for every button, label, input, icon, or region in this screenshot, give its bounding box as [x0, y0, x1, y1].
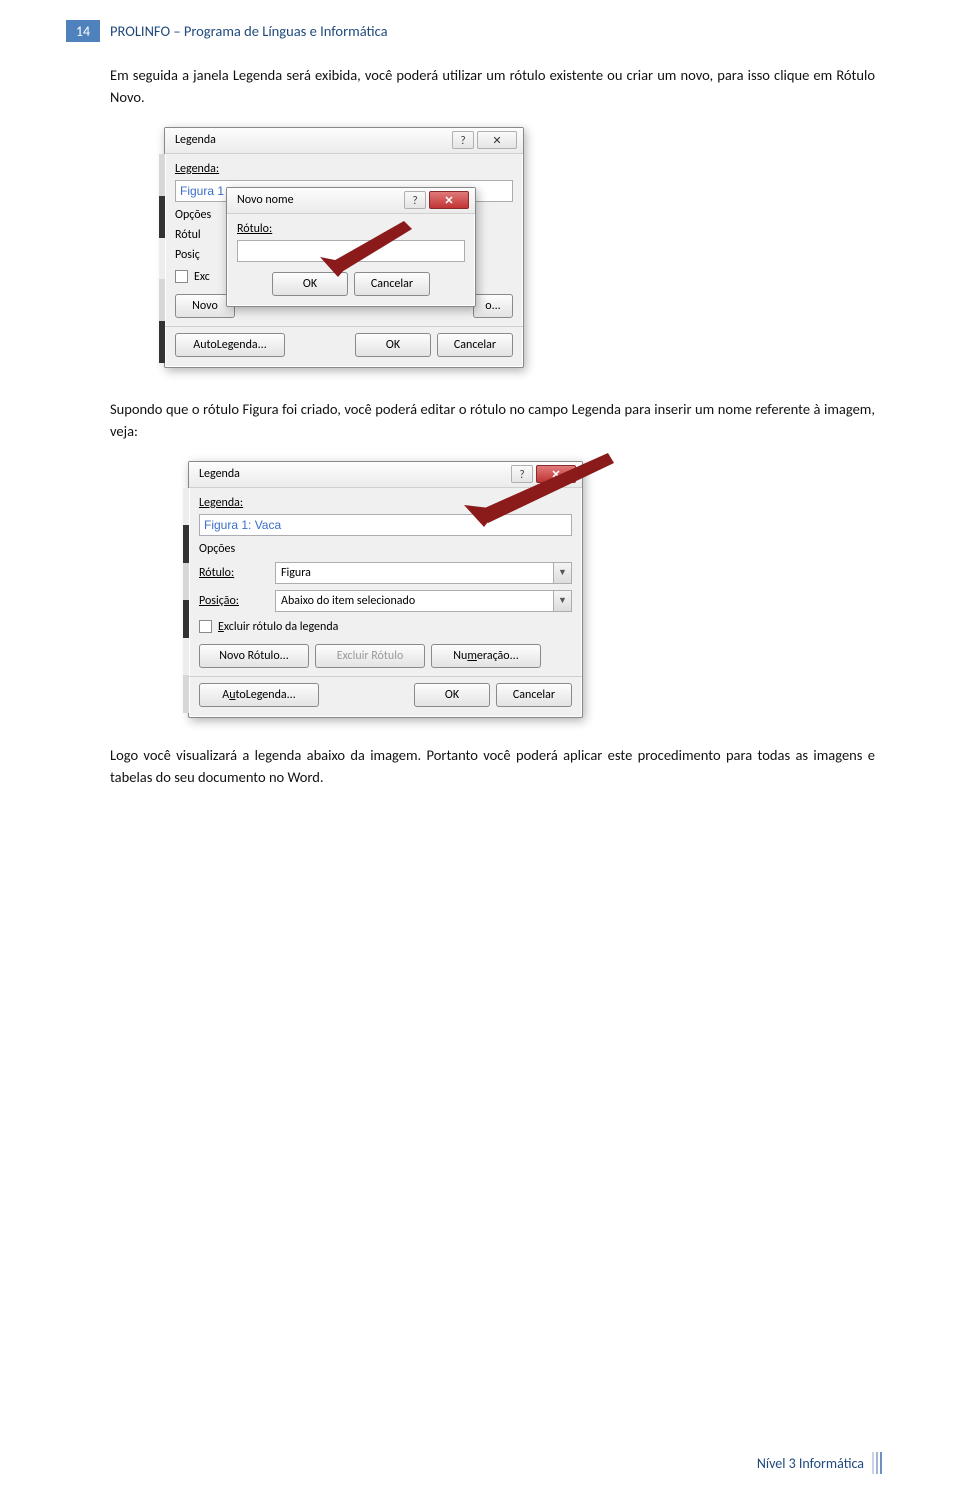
help-icon[interactable]: ?	[511, 465, 533, 483]
rotulo-input[interactable]	[237, 240, 465, 262]
excluir-rotulo-button: Excluir Rótulo	[315, 644, 425, 668]
dialog-title: Legenda	[175, 133, 216, 147]
rotulo-value: Figura	[276, 566, 553, 580]
page-header: 14 PROLINFO – Programa de Línguas e Info…	[110, 20, 875, 42]
page-footer: Nível 3 Informática	[757, 1452, 882, 1474]
help-icon[interactable]: ?	[452, 131, 474, 149]
exclude-checkbox[interactable]	[199, 620, 212, 633]
close-icon[interactable]: ✕	[536, 465, 576, 483]
ok-button[interactable]: OK	[272, 272, 348, 296]
chevron-down-icon[interactable]: ▼	[553, 563, 571, 583]
exclude-label: Exc	[194, 270, 210, 284]
header-title: PROLINFO – Programa de Línguas e Informá…	[110, 22, 388, 40]
close-icon[interactable]: ✕	[429, 191, 469, 209]
legenda-label: Legenda:	[199, 496, 572, 510]
cancel-button[interactable]: Cancelar	[496, 683, 572, 707]
legenda-label: Legenda:	[175, 162, 513, 176]
posicao-dropdown[interactable]: Abaixo do item selecionado ▼	[275, 590, 572, 612]
novo-nome-dialog: Novo nome ? ✕ Rótulo: OK Cancelar	[226, 187, 476, 307]
legenda-dialog-2: Legenda ? ✕ Legenda: Opções Rótulo: Figu…	[188, 461, 583, 718]
page-number-badge: 14	[66, 20, 100, 42]
legenda-input[interactable]	[199, 514, 572, 536]
close-icon[interactable]: ✕	[477, 131, 517, 149]
rotulo-label: Rótulo:	[199, 566, 267, 580]
dialog-title: Legenda	[199, 467, 240, 481]
cancel-button[interactable]: Cancelar	[354, 272, 430, 296]
subdialog-title: Novo nome	[237, 193, 294, 207]
autolegenda-button[interactable]: AutoLegenda...	[199, 683, 319, 707]
ok-button[interactable]: OK	[414, 683, 490, 707]
numeracao-button[interactable]: o...	[473, 294, 513, 318]
footer-text: Nível 3 Informática	[757, 1455, 864, 1472]
autolegenda-button[interactable]: AutoLegenda...	[175, 333, 285, 357]
paragraph-1: Em seguida a janela Legenda será exibida…	[110, 64, 875, 109]
opcoes-label: Opções	[199, 542, 572, 556]
paragraph-2: Supondo que o rótulo Figura foi criado, …	[110, 398, 875, 443]
exclude-label: EExcluir rótulo da legendaxcluir rótulo …	[218, 620, 338, 634]
numeracao-button[interactable]: Numeração...	[431, 644, 541, 668]
rotulo-dropdown[interactable]: Figura ▼	[275, 562, 572, 584]
novo-rotulo-button[interactable]: Novo Rótulo...	[199, 644, 309, 668]
footer-decoration	[872, 1452, 882, 1474]
paragraph-3: Logo você visualizará a legenda abaixo d…	[110, 744, 875, 789]
rotulo-label: Rótulo:	[237, 222, 465, 236]
ok-button[interactable]: OK	[355, 333, 431, 357]
cancel-button[interactable]: Cancelar	[437, 333, 513, 357]
posicao-label: Posição:	[199, 594, 267, 608]
help-icon[interactable]: ?	[404, 191, 426, 209]
chevron-down-icon[interactable]: ▼	[553, 591, 571, 611]
posicao-value: Abaixo do item selecionado	[276, 594, 553, 608]
exclude-checkbox[interactable]	[175, 270, 188, 283]
